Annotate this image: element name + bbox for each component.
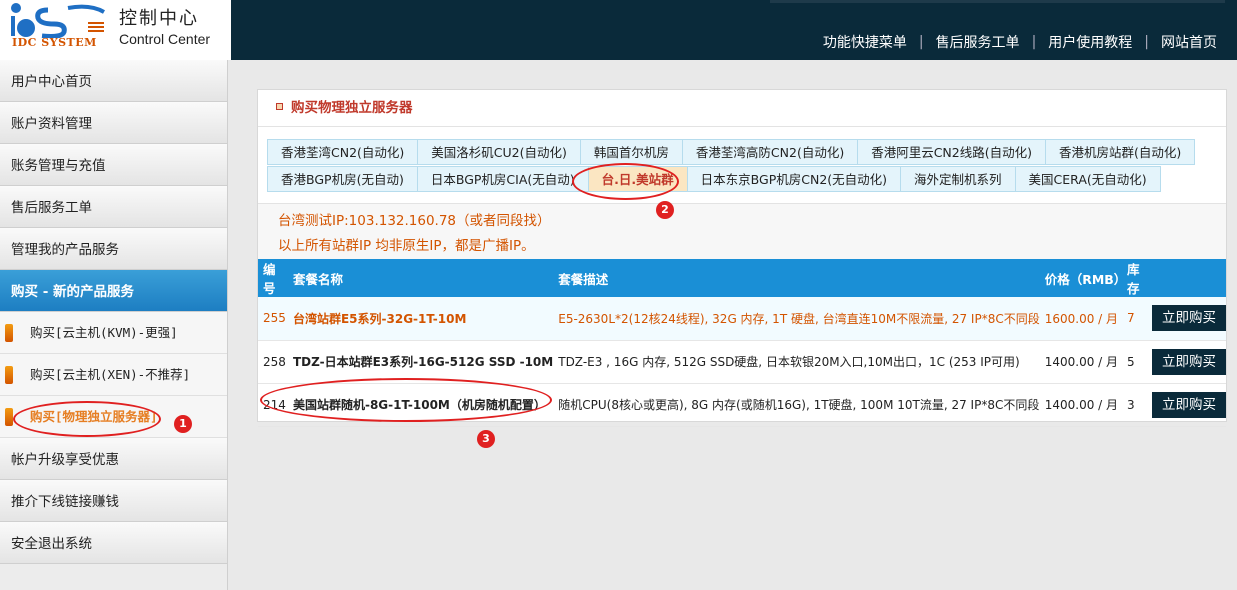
tab-us-cera[interactable]: 美国CERA(无自动化) — [1014, 166, 1161, 192]
sidebar-item-billing[interactable]: 账务管理与充值 — [0, 144, 227, 186]
plan-price: 1400.00 / 月 — [1039, 383, 1122, 427]
logo-area[interactable]: IDC SYSTEM 控制中心 Control Center — [0, 0, 231, 60]
tab-row-1: 香港荃湾CN2(自动化) 美国洛杉矶CU2(自动化) 韩国首尔机房 香港荃湾高防… — [267, 139, 1226, 166]
nav-shortcut-menu[interactable]: 功能快捷菜单 — [811, 32, 919, 52]
plan-action-cell: 立即购买 — [1147, 340, 1226, 384]
sidebar-item-upgrade[interactable]: 帐户升级享受优惠 — [0, 438, 227, 480]
title-square-icon — [276, 103, 283, 110]
tab-jp-bgp-cia[interactable]: 日本BGP机房CIA(无自动) — [416, 166, 589, 192]
sidebar-sub-label: 购买[云主机(KVM)-更强] — [30, 325, 178, 340]
tab-us-la-cu2[interactable]: 美国洛杉矶CU2(自动化) — [417, 139, 581, 165]
sidebar-item-buy-new[interactable]: 购买 - 新的产品服务 — [0, 270, 227, 312]
table-row: 214 美国站群随机-8G-1T-100M（机房随机配置） 随机CPU(8核心或… — [258, 383, 1226, 427]
sidebar-item-referral[interactable]: 推介下线链接赚钱 — [0, 480, 227, 522]
tab-hk-site-cluster[interactable]: 香港机房站群(自动化) — [1045, 139, 1196, 165]
plan-price: 1400.00 / 月 — [1039, 340, 1122, 384]
annotation-badge-3: 3 — [477, 430, 495, 448]
header-search-strip — [770, 0, 1225, 3]
plan-name: 美国站群随机-8G-1T-100M（机房随机配置） — [287, 383, 554, 427]
app-title: 控制中心 — [119, 8, 199, 29]
tab-korea-seoul[interactable]: 韩国首尔机房 — [579, 139, 683, 165]
sidebar-sub-label: 购买[物理独立服务器] — [30, 409, 158, 424]
notice-box: 台湾测试IP:103.132.160.78（或者同段找） 以上所有站群IP 均非… — [258, 204, 1226, 259]
logo-small-text: IDC SYSTEM — [12, 36, 97, 49]
notice-test-ip: 台湾测试IP:103.132.160.78（或者同段找） — [278, 213, 551, 229]
tab-row-2: 香港BGP机房(无自动) 日本BGP机房CIA(无自动) 台.日.美站群 日本东… — [267, 166, 1226, 193]
panel-title: 购买物理独立服务器 — [291, 100, 413, 116]
plan-action-cell: 立即购买 — [1147, 297, 1226, 341]
col-name: 套餐名称 — [287, 259, 554, 297]
tab-hk-tsuen-wan-ddos-cn2[interactable]: 香港荃湾高防CN2(自动化) — [681, 139, 859, 165]
main-panel: 购买物理独立服务器 香港荃湾CN2(自动化) 美国洛杉矶CU2(自动化) 韩国首… — [257, 89, 1227, 427]
plan-action-cell: 立即购买 — [1147, 383, 1226, 427]
sidebar-sub-label: 购买[云主机(XEN)-不推荐] — [30, 367, 191, 382]
tab-hk-tsuen-wan-cn2[interactable]: 香港荃湾CN2(自动化) — [267, 139, 419, 165]
plan-desc: TDZ-E3 , 16G 内存, 512G SSD硬盘, 日本软银20M入口,1… — [553, 340, 1040, 384]
plan-desc: E5-2630L*2(12核24线程), 32G 内存, 1T 硬盘, 台湾直连… — [553, 297, 1040, 341]
notice-broadcast-ip: 以上所有站群IP 均非原生IP，都是广播IP。 — [278, 238, 535, 254]
col-action — [1147, 259, 1226, 297]
app-subtitle: Control Center — [119, 31, 211, 47]
orange-bar-icon — [5, 408, 13, 426]
plan-id: 255 — [258, 297, 288, 341]
tab-hk-bgp[interactable]: 香港BGP机房(无自动) — [267, 166, 418, 192]
table-row: 258 TDZ-日本站群E3系列-16G-512G SSD -10M TDZ-E… — [258, 340, 1226, 384]
nav-tutorial[interactable]: 用户使用教程 — [1036, 32, 1144, 52]
logo-icon — [11, 3, 105, 38]
sidebar-item-user-home[interactable]: 用户中心首页 — [0, 60, 227, 102]
sidebar-sub-buy-kvm[interactable]: 购买[云主机(KVM)-更强] — [0, 312, 227, 354]
plan-name: TDZ-日本站群E3系列-16G-512G SSD -10M — [287, 340, 554, 384]
plan-id: 258 — [258, 340, 288, 384]
table-row: 255 台湾站群E5系列-32G-1T-10M E5-2630L*2(12核24… — [258, 297, 1226, 341]
top-header: IDC SYSTEM 控制中心 Control Center 功能快捷菜单 | 售… — [0, 0, 1237, 60]
tab-jp-tokyo-bgp-cn2[interactable]: 日本东京BGP机房CN2(无自动化) — [686, 166, 902, 192]
plan-stock: 5 — [1121, 340, 1147, 384]
plans-table: 编号 套餐名称 套餐描述 价格（RMB） 库存 255 台湾站群E5系列-32G… — [258, 259, 1226, 427]
plan-stock: 3 — [1121, 383, 1147, 427]
buy-now-button[interactable]: 立即购买 — [1152, 348, 1226, 375]
nav-tickets[interactable]: 售后服务工单 — [924, 32, 1032, 52]
annotation-badge-2: 2 — [656, 201, 674, 219]
sidebar: 用户中心首页 账户资料管理 账务管理与充值 售后服务工单 管理我的产品服务 购买… — [0, 60, 228, 590]
sidebar-item-manage-products[interactable]: 管理我的产品服务 — [0, 228, 227, 270]
plan-price: 1600.00 / 月 — [1039, 297, 1122, 341]
orange-bar-icon — [5, 366, 13, 384]
col-desc: 套餐描述 — [553, 259, 1040, 297]
tab-tw-jp-us-cluster[interactable]: 台.日.美站群 — [587, 166, 688, 192]
tab-overseas-custom[interactable]: 海外定制机系列 — [900, 166, 1016, 192]
sidebar-sub-buy-dedicated[interactable]: 购买[物理独立服务器] — [0, 396, 227, 438]
plan-stock: 7 — [1121, 297, 1147, 341]
buy-now-button[interactable]: 立即购买 — [1152, 391, 1226, 418]
col-price: 价格（RMB） — [1039, 259, 1126, 297]
region-tabs: 香港荃湾CN2(自动化) 美国洛杉矶CU2(自动化) 韩国首尔机房 香港荃湾高防… — [258, 127, 1226, 204]
panel-header: 购买物理独立服务器 — [258, 90, 1226, 127]
sidebar-item-tickets[interactable]: 售后服务工单 — [0, 186, 227, 228]
nav-home[interactable]: 网站首页 — [1149, 32, 1229, 52]
plan-desc: 随机CPU(8核心或更高), 8G 内存(或随机16G), 1T硬盘, 100M… — [553, 383, 1040, 427]
annotation-badge-1: 1 — [174, 415, 192, 433]
sidebar-sub-buy-xen[interactable]: 购买[云主机(XEN)-不推荐] — [0, 354, 227, 396]
plan-id: 214 — [258, 383, 288, 427]
plan-name: 台湾站群E5系列-32G-1T-10M — [287, 297, 554, 341]
orange-bar-icon — [5, 324, 13, 342]
top-nav: 功能快捷菜单 | 售后服务工单 | 用户使用教程 | 网站首页 — [811, 32, 1229, 52]
tab-hk-aliyun-cn2[interactable]: 香港阿里云CN2线路(自动化) — [857, 139, 1046, 165]
sidebar-item-logout[interactable]: 安全退出系统 — [0, 522, 227, 564]
buy-now-button[interactable]: 立即购买 — [1152, 305, 1226, 332]
col-id: 编号 — [258, 259, 288, 297]
sidebar-item-account-profile[interactable]: 账户资料管理 — [0, 102, 227, 144]
table-header-row: 编号 套餐名称 套餐描述 价格（RMB） 库存 — [258, 259, 1226, 297]
